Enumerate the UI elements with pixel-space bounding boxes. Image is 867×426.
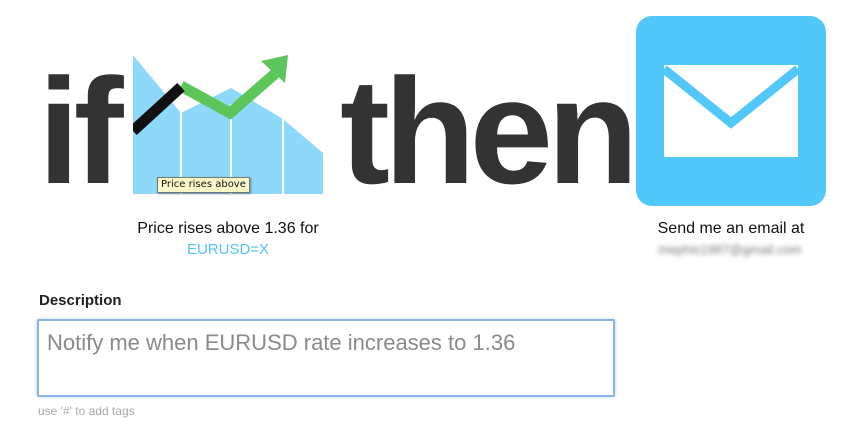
action-email-address: mephis1987@gmail.com	[658, 242, 802, 257]
tags-hint: use '#' to add tags	[38, 404, 135, 418]
description-label: Description	[39, 292, 122, 309]
trigger-symbol-link[interactable]: EURUSD=X	[98, 241, 358, 259]
then-keyword: then	[340, 47, 639, 215]
trigger-tooltip: Price rises above	[157, 177, 250, 193]
if-keyword: if	[38, 47, 124, 215]
envelope-icon[interactable]	[636, 16, 826, 206]
description-input[interactable]	[37, 319, 615, 397]
envelope-graphic	[661, 65, 801, 157]
price-rise-chart-icon[interactable]	[133, 52, 323, 194]
action-caption: Send me an email at	[657, 220, 805, 237]
trigger-caption: Price rises above 1.36 for	[137, 220, 319, 237]
trigger-chart-graphic	[133, 55, 323, 194]
